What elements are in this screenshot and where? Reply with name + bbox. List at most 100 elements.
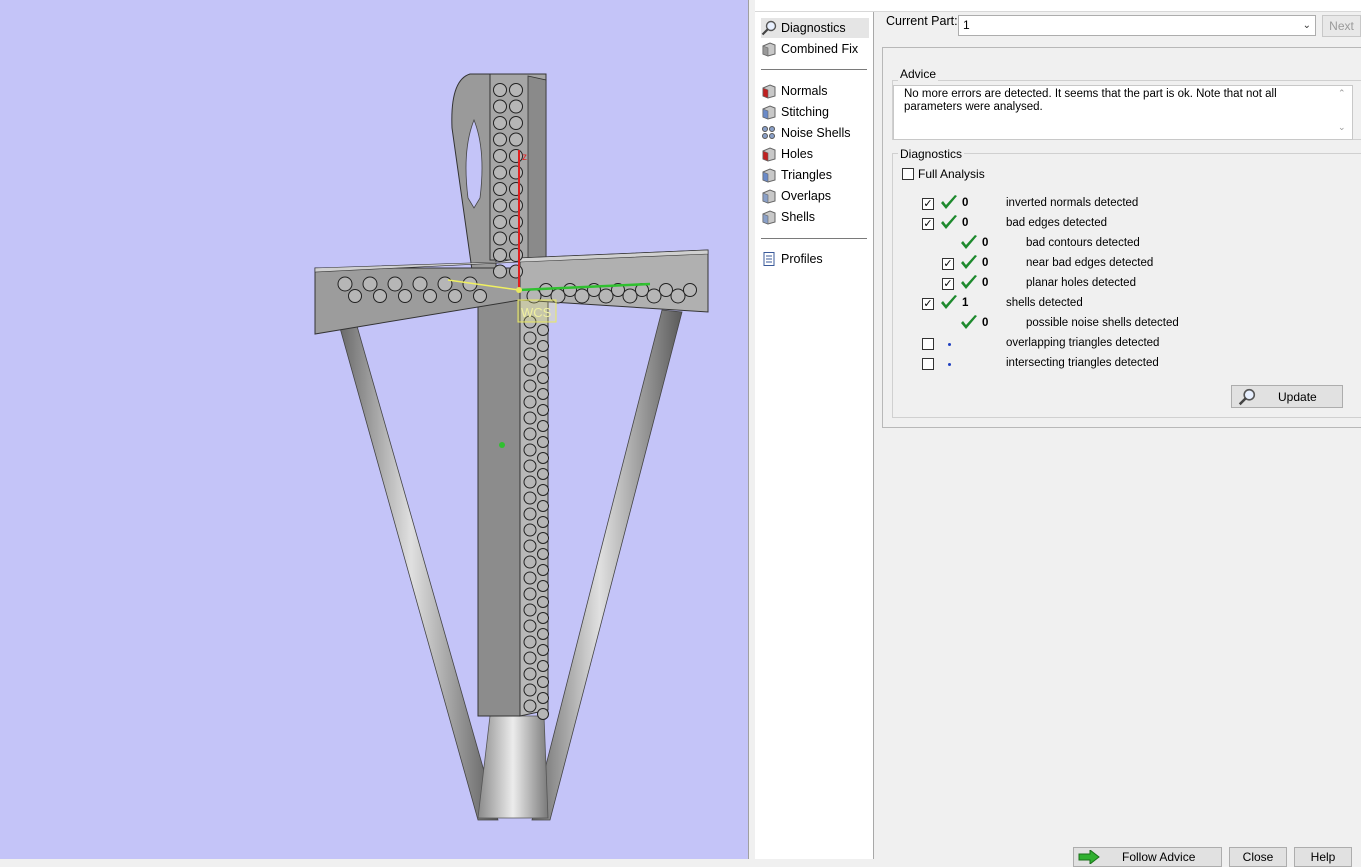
gem-shape	[523, 587, 537, 601]
nav-item-shells[interactable]: Shells	[761, 207, 869, 227]
gem-shape	[563, 283, 577, 297]
row-checkbox[interactable]: ✓	[942, 278, 954, 290]
gem-shape	[574, 288, 590, 304]
nav-item-diagnostics[interactable]: Diagnostics	[761, 18, 869, 38]
gem-shape	[493, 248, 507, 262]
nav-item-triangles[interactable]: Triangles	[761, 165, 869, 185]
gem-shape	[509, 248, 523, 262]
nav-item-combined-fix[interactable]: Combined Fix	[761, 39, 869, 59]
row-count: 0	[962, 217, 969, 229]
document-icon	[763, 252, 775, 266]
nav-separator	[761, 69, 867, 70]
row-checkbox[interactable]	[922, 358, 934, 370]
gem-shape	[509, 215, 523, 229]
gem-shape	[537, 516, 549, 528]
row-label: planar holes detected	[1026, 277, 1136, 289]
shells-cube-icon	[762, 210, 776, 225]
gem-shape	[437, 276, 453, 292]
current-part-select[interactable]: 1 ⌄	[958, 15, 1316, 36]
gem-shape	[493, 99, 507, 114]
update-label: Update	[1278, 390, 1317, 404]
follow-advice-button[interactable]: Follow Advice	[1073, 847, 1222, 867]
gem-shape	[537, 612, 549, 624]
gem-shape	[493, 132, 507, 147]
advice-textbox: No more errors are detected. It seems th…	[893, 85, 1353, 140]
gem-shape	[523, 443, 537, 457]
row-checkbox[interactable]: ✓	[942, 258, 954, 270]
full-analysis-checkbox[interactable]	[902, 168, 914, 180]
nav-label: Combined Fix	[781, 42, 859, 56]
nav-item-profiles[interactable]: Profiles	[761, 249, 869, 269]
3d-viewport[interactable]: WCS z	[0, 0, 748, 859]
row-checkbox[interactable]	[922, 338, 934, 350]
gem-shape	[509, 231, 523, 246]
current-part-value: 1	[963, 18, 970, 32]
check-icon	[941, 215, 957, 229]
next-button[interactable]: Next	[1322, 15, 1361, 37]
close-button[interactable]: Close	[1229, 847, 1287, 867]
gem-shape	[537, 484, 549, 496]
row-count: 1	[962, 297, 969, 309]
gem-shape	[398, 289, 412, 303]
gem-shape	[523, 427, 537, 441]
nav-item-normals[interactable]: Normals	[761, 81, 869, 101]
advice-scrollbar[interactable]: ⌃ ⌄	[1334, 86, 1352, 139]
green-arrow-icon	[1078, 850, 1100, 864]
row-checkbox[interactable]: ✓	[922, 298, 934, 310]
gem-shape	[523, 683, 537, 697]
gem-shape	[537, 452, 549, 464]
magnifier-icon	[761, 20, 777, 36]
gem-shape	[493, 198, 507, 213]
gem-shape	[537, 420, 549, 432]
row-label: overlapping triangles detected	[1006, 337, 1160, 349]
noise-shells-icon	[762, 126, 775, 139]
check-icon	[961, 235, 977, 249]
gem-shape	[523, 475, 537, 489]
row-count: 0	[962, 197, 969, 209]
gem-shape	[493, 215, 507, 229]
gem-shape	[537, 324, 549, 336]
gem-shape	[523, 555, 537, 569]
gem-shape	[523, 395, 537, 409]
model-render: WCS z	[314, 73, 709, 821]
nav-item-stitching[interactable]: Stitching	[761, 102, 869, 122]
gem-shape	[537, 564, 549, 576]
gem-shape	[537, 340, 549, 352]
gem-shape	[537, 548, 549, 560]
scroll-up-icon[interactable]: ⌃	[1338, 88, 1346, 99]
check-icon	[961, 275, 977, 289]
full-analysis-label: Full Analysis	[918, 167, 985, 181]
row-checkbox[interactable]: ✓	[922, 198, 934, 210]
nav-item-holes[interactable]: Holes	[761, 144, 869, 164]
gem-shape	[509, 116, 523, 130]
follow-advice-label: Follow Advice	[1122, 850, 1196, 864]
gem-shape	[523, 635, 537, 649]
row-label: inverted normals detected	[1006, 197, 1139, 209]
scroll-down-icon[interactable]: ⌄	[1338, 122, 1346, 133]
gem-shape	[537, 660, 549, 672]
nav-item-overlaps[interactable]: Overlaps	[761, 186, 869, 206]
gem-shape	[537, 468, 549, 480]
help-button[interactable]: Help	[1294, 847, 1352, 867]
nav-separator	[761, 238, 867, 239]
gem-shape	[493, 116, 507, 130]
gem-shape	[523, 491, 537, 505]
pending-dot-icon	[948, 343, 951, 346]
nav-label: Normals	[781, 84, 828, 98]
gem-shape	[523, 699, 537, 713]
gem-shape	[509, 83, 523, 97]
gem-shape	[537, 388, 549, 400]
gem-shape	[537, 580, 549, 592]
title-strip	[755, 0, 1361, 12]
row-count: 0	[982, 317, 989, 329]
update-button[interactable]: Update	[1231, 385, 1343, 408]
gem-shape	[537, 708, 549, 720]
splitter[interactable]	[748, 0, 755, 859]
nav-item-noise-shells[interactable]: Noise Shells	[761, 123, 869, 143]
gem-shape	[348, 289, 362, 303]
row-checkbox[interactable]: ✓	[922, 218, 934, 230]
gem-shape	[537, 356, 549, 368]
gem-shape	[659, 283, 673, 297]
gem-shape	[493, 165, 507, 180]
gem-shape	[523, 651, 537, 665]
